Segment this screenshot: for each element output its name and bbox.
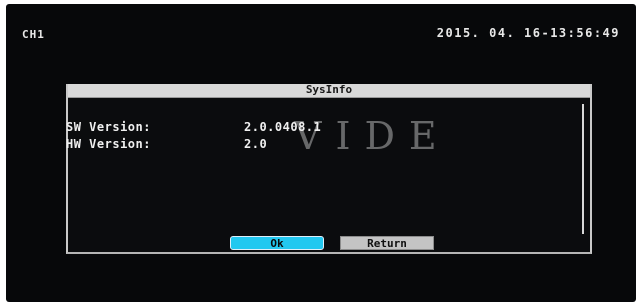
sysinfo-dialog: SysInfo VIDE SW Version: 2.0.0408.1 HW Ve…: [66, 83, 592, 254]
dvr-screen: CH1 2015. 04. 16-13:56:49 SysInfo VIDE S…: [6, 4, 636, 302]
monitor-frame: CH1 2015. 04. 16-13:56:49 SysInfo VIDE S…: [0, 0, 642, 306]
channel-label: CH1: [22, 28, 45, 41]
hw-version-label: HW Version:: [66, 137, 151, 151]
sw-version-label: SW Version:: [66, 120, 151, 134]
hw-version-value: 2.0: [244, 137, 268, 151]
dialog-title-bar: SysInfo: [68, 83, 590, 98]
sw-version-row: SW Version: 2.0.0408.1: [66, 120, 321, 134]
sw-version-value: 2.0.0408.1: [244, 120, 322, 134]
hw-version-row: HW Version: 2.0: [66, 137, 267, 151]
date-time-display: 2015. 04. 16-13:56:49: [436, 26, 620, 40]
dialog-title: SysInfo: [305, 83, 353, 96]
return-button[interactable]: Return: [340, 236, 434, 250]
scrollbar[interactable]: [582, 104, 584, 234]
ok-button[interactable]: Ok: [230, 236, 324, 250]
